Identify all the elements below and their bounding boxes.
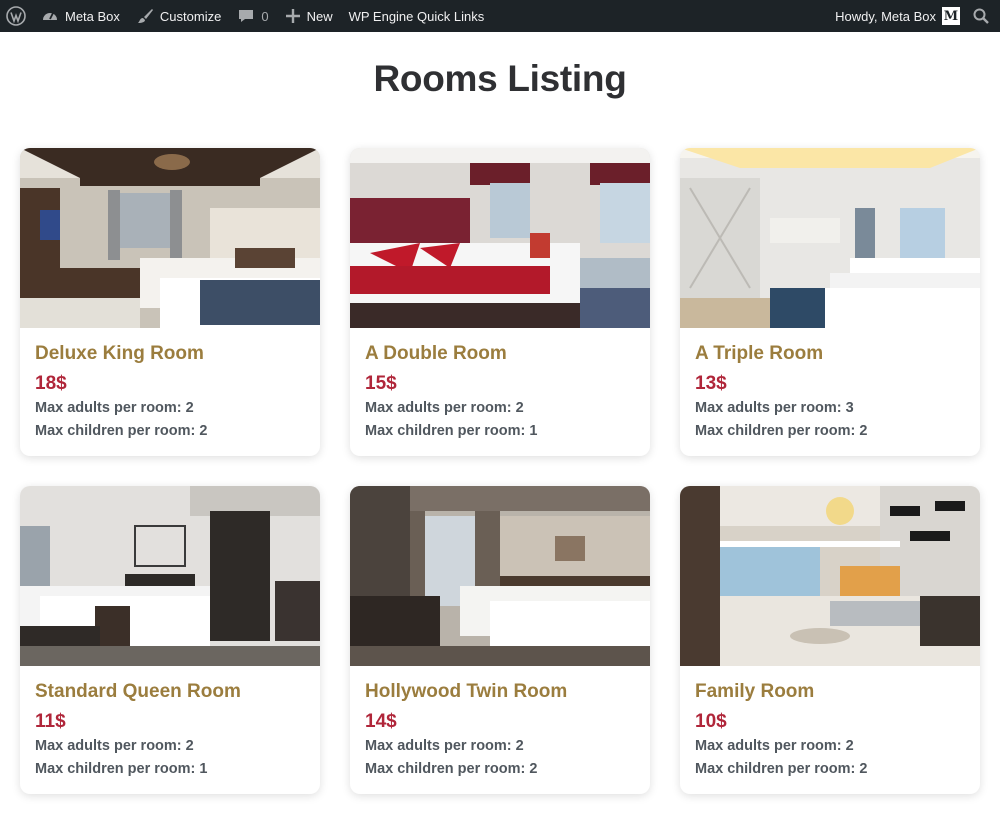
customize-button[interactable]: Customize [128,0,229,32]
room-max-adults: Max adults per room: 2 [365,400,524,416]
room-photo[interactable] [680,148,980,328]
room-title[interactable]: Family Room [695,680,965,704]
room-price: 13$ [695,373,727,394]
paintbrush-icon [137,9,153,23]
room-max-children: Max children per room: 2 [695,761,868,777]
new-content-button[interactable]: New [277,0,341,32]
room-price: 18$ [35,373,67,394]
room-max-children: Max children per room: 1 [365,423,538,439]
wp-engine-quick-links-button[interactable]: WP Engine Quick Links [341,0,493,32]
room-photo[interactable] [350,486,650,666]
plus-icon [285,9,300,23]
wordpress-logo-button[interactable] [0,0,33,32]
room-title[interactable]: Deluxe King Room [35,342,305,366]
room-card[interactable]: Family Room 10$ Max adults per room: 2 M… [680,486,980,794]
room-max-children: Max children per room: 1 [35,761,208,777]
room-price: 15$ [365,373,397,394]
room-max-children: Max children per room: 2 [35,423,208,439]
rooms-grid: Deluxe King Room 18$ Max adults per room… [20,148,980,794]
room-max-adults: Max adults per room: 2 [365,738,524,754]
quick-links-label: WP Engine Quick Links [348,8,485,24]
room-max-adults: Max adults per room: 2 [35,400,194,416]
room-card[interactable]: Hollywood Twin Room 14$ Max adults per r… [350,486,650,794]
site-name-label: Meta Box [65,8,120,24]
comments-count: 0 [261,8,269,24]
search-button[interactable] [960,0,1000,32]
new-label: New [306,8,333,24]
room-max-adults: Max adults per room: 2 [695,738,854,754]
room-title[interactable]: A Triple Room [695,342,965,366]
room-max-children: Max children per room: 2 [695,423,868,439]
room-photo[interactable] [20,486,320,666]
room-price: 11$ [35,711,66,732]
greeting-text: Howdy, Meta Box [835,8,936,24]
room-card[interactable]: A Double Room 15$ Max adults per room: 2… [350,148,650,456]
room-photo[interactable] [20,148,320,328]
room-photo[interactable] [350,148,650,328]
room-card[interactable]: Deluxe King Room 18$ Max adults per room… [20,148,320,456]
page-title: Rooms Listing [373,58,627,99]
room-price: 10$ [695,711,727,732]
admin-bar: Meta Box Customize 0 New WP Engine Quick… [0,0,1000,32]
comment-bubble-icon [239,10,254,22]
room-card[interactable]: A Triple Room 13$ Max adults per room: 3… [680,148,980,456]
dashboard-gauge-icon [43,12,57,20]
avatar: M [942,7,960,25]
room-max-adults: Max adults per room: 3 [695,400,854,416]
search-icon [973,8,989,24]
room-card[interactable]: Standard Queen Room 11$ Max adults per r… [20,486,320,794]
room-price: 14$ [365,711,397,732]
room-title[interactable]: A Double Room [365,342,635,366]
room-photo[interactable] [680,486,980,666]
customize-label: Customize [159,8,222,24]
room-max-adults: Max adults per room: 2 [35,738,194,754]
room-title[interactable]: Hollywood Twin Room [365,680,635,704]
comments-button[interactable]: 0 [229,0,276,32]
site-name-button[interactable]: Meta Box [33,0,128,32]
wordpress-logo-icon [6,6,26,26]
room-max-children: Max children per room: 2 [365,761,538,777]
room-title[interactable]: Standard Queen Room [35,680,305,704]
my-account-button[interactable]: Howdy, Meta Box M [827,0,960,32]
